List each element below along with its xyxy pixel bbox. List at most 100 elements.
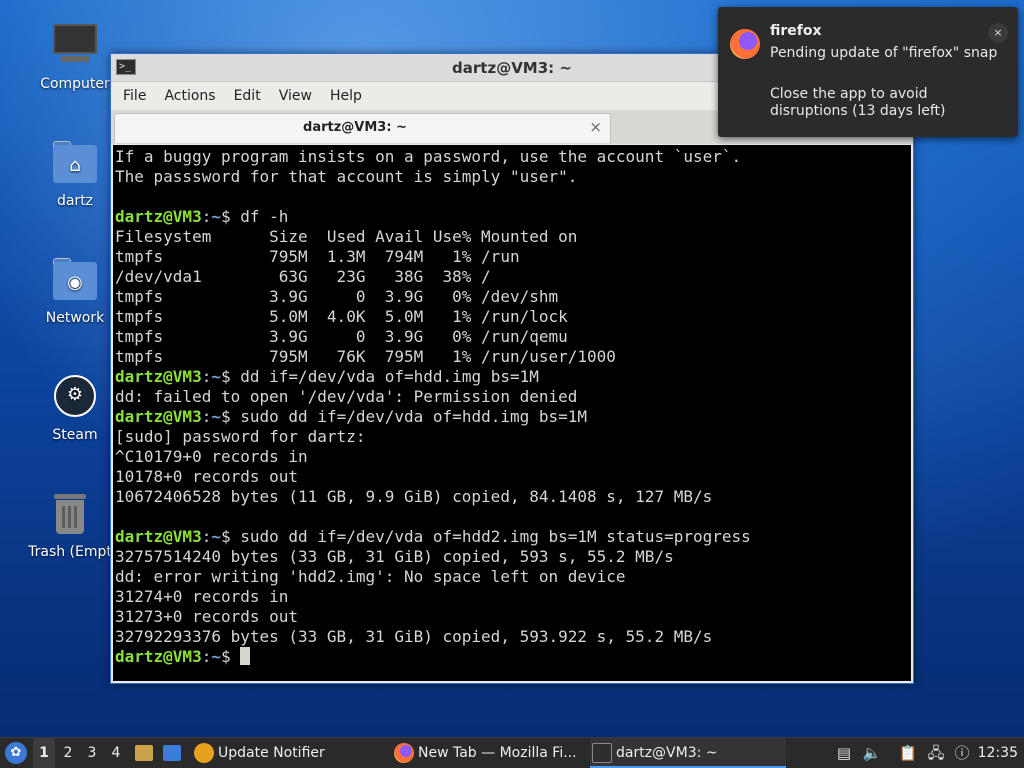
menu-file[interactable]: File xyxy=(114,83,155,109)
task-terminal[interactable]: dartz@VM3: ~ xyxy=(590,738,786,768)
terminal-window[interactable]: >_ dartz@VM3: ~ File Actions Edit View Help … xyxy=(110,53,914,684)
menu-actions[interactable]: Actions xyxy=(155,83,224,109)
start-menu-button[interactable]: ✿ xyxy=(5,742,27,764)
firefox-icon xyxy=(394,743,414,763)
terminal-text: sudo dd if=/dev/vda of=hdd.img bs=1M xyxy=(230,407,588,426)
notification-title: firefox xyxy=(770,23,822,39)
desktop-icon-trash[interactable]: Trash (Empt xyxy=(20,490,120,560)
terminal-line: Filesystem Size Used Avail Use% Mounted … xyxy=(115,227,911,247)
notification-tray-icon[interactable]: ⓘ xyxy=(952,738,972,768)
prompt-separator: : xyxy=(201,367,212,386)
prompt-user: dartz@VM3 xyxy=(115,647,202,666)
menu-edit[interactable]: Edit xyxy=(225,83,270,109)
terminal-text: 32757514240 bytes (33 GB, 31 GiB) copied… xyxy=(115,547,674,566)
home-folder-icon: ⌂ xyxy=(51,139,99,187)
workspace-2[interactable]: 2 xyxy=(57,738,79,768)
prompt-dollar: $ xyxy=(220,407,231,426)
show-desktop-icon[interactable] xyxy=(161,738,183,768)
terminal-line: If a buggy program insists on a password… xyxy=(115,147,911,167)
terminal-tab[interactable]: dartz@VM3: ~ × xyxy=(114,113,611,143)
notification-popup[interactable]: firefox × Pending update of "firefox" sn… xyxy=(718,7,1018,137)
workspace-1[interactable]: 1 xyxy=(33,738,55,768)
terminal-line: dartz@VM3:~$ xyxy=(115,647,911,667)
taskbar: ✿ 1 2 3 4 Update Notifier New Tab — Mozi… xyxy=(0,737,1024,768)
terminal-text: tmpfs 3.9G 0 3.9G 0% /run/qemu xyxy=(115,327,568,346)
terminal-text: dd: failed to open '/dev/vda': Permissio… xyxy=(115,387,578,406)
terminal-line: [sudo] password for dartz: xyxy=(115,427,911,447)
terminal-line: tmpfs 3.9G 0 3.9G 0% /dev/shm xyxy=(115,287,911,307)
notification-body-line2: Close the app to avoid disruptions (13 d… xyxy=(770,86,946,119)
close-tab-icon[interactable]: × xyxy=(589,118,602,136)
menu-view[interactable]: View xyxy=(270,83,321,109)
workspace-3[interactable]: 3 xyxy=(81,738,103,768)
task-firefox[interactable]: New Tab — Mozilla Fi... xyxy=(392,738,577,768)
terminal-line: dartz@VM3:~$ sudo dd if=/dev/vda of=hdd.… xyxy=(115,407,911,427)
update-notifier-icon xyxy=(194,743,214,763)
steam-icon: ⚙ xyxy=(51,373,99,421)
network-folder-icon: ◉ xyxy=(51,256,99,304)
terminal-line: dd: failed to open '/dev/vda': Permissio… xyxy=(115,387,911,407)
prompt-dollar: $ xyxy=(220,527,231,546)
terminal-text: 10178+0 records out xyxy=(115,467,299,486)
trash-icon xyxy=(46,490,94,538)
terminal-line: tmpfs 795M 1.3M 794M 1% /run xyxy=(115,247,911,267)
prompt-path: ~ xyxy=(211,647,221,666)
terminal-line: dartz@VM3:~$ sudo dd if=/dev/vda of=hdd2… xyxy=(115,527,911,547)
terminal-icon xyxy=(592,743,612,763)
notification-close-button[interactable]: × xyxy=(988,23,1008,43)
prompt-dollar: $ xyxy=(220,207,231,226)
file-manager-launcher-icon[interactable] xyxy=(133,738,155,768)
terminal-text: /dev/vda1 63G 23G 38G 38% / xyxy=(115,267,491,286)
workspace-4[interactable]: 4 xyxy=(105,738,127,768)
menu-help[interactable]: Help xyxy=(321,83,371,109)
terminal-cursor xyxy=(240,647,251,665)
firefox-icon xyxy=(730,29,760,59)
terminal-output[interactable]: If a buggy program insists on a password… xyxy=(113,145,911,681)
prompt-path: ~ xyxy=(211,407,221,426)
volume-icon[interactable]: 🔈 xyxy=(862,738,882,768)
prompt-user: dartz@VM3 xyxy=(115,407,202,426)
computer-icon xyxy=(51,22,99,70)
clipboard-icon[interactable]: 📋 xyxy=(898,738,918,768)
network-icon[interactable]: 🖧 xyxy=(926,738,946,768)
task-label: Update Notifier xyxy=(218,745,325,761)
tab-label: dartz@VM3: ~ xyxy=(303,120,407,135)
terminal-line: /dev/vda1 63G 23G 38G 38% / xyxy=(115,267,911,287)
terminal-text: 32792293376 bytes (33 GB, 31 GiB) copied… xyxy=(115,627,713,646)
prompt-user: dartz@VM3 xyxy=(115,367,202,386)
prompt-user: dartz@VM3 xyxy=(115,207,202,226)
task-label: dartz@VM3: ~ xyxy=(616,745,718,761)
terminal-text: If a buggy program insists on a password… xyxy=(115,147,742,166)
terminal-text: tmpfs 795M 1.3M 794M 1% /run xyxy=(115,247,520,266)
terminal-line: dd: error writing 'hdd2.img': No space l… xyxy=(115,567,911,587)
terminal-line: 32792293376 bytes (33 GB, 31 GiB) copied… xyxy=(115,627,911,647)
terminal-line: 10672406528 bytes (11 GB, 9.9 GiB) copie… xyxy=(115,487,911,507)
clock[interactable]: 12:35 xyxy=(978,738,1018,768)
terminal-text: 31273+0 records out xyxy=(115,607,299,626)
terminal-text: 31274+0 records in xyxy=(115,587,289,606)
terminal-text: The passsword for that account is simply… xyxy=(115,167,578,186)
terminal-text: 10672406528 bytes (11 GB, 9.9 GiB) copie… xyxy=(115,487,713,506)
tray-updates-icon[interactable]: ▤ xyxy=(834,738,854,768)
terminal-line: 31273+0 records out xyxy=(115,607,911,627)
terminal-line: The passsword for that account is simply… xyxy=(115,167,911,187)
terminal-line: tmpfs 5.0M 4.0K 5.0M 1% /run/lock xyxy=(115,307,911,327)
terminal-line: tmpfs 3.9G 0 3.9G 0% /run/qemu xyxy=(115,327,911,347)
terminal-line: 10178+0 records out xyxy=(115,467,911,487)
terminal-text: tmpfs 795M 76K 795M 1% /run/user/1000 xyxy=(115,347,616,366)
terminal-text: dd if=/dev/vda of=hdd.img bs=1M xyxy=(230,367,539,386)
task-update-notifier[interactable]: Update Notifier xyxy=(192,738,325,768)
prompt-user: dartz@VM3 xyxy=(115,527,202,546)
terminal-line: dartz@VM3:~$ df -h xyxy=(115,207,911,227)
task-label: New Tab — Mozilla Fi... xyxy=(418,745,577,761)
desktop-icon-label: Trash (Empt xyxy=(28,544,112,560)
terminal-line: 32757514240 bytes (33 GB, 31 GiB) copied… xyxy=(115,547,911,567)
notification-body-line1: Pending update of "firefox" snap xyxy=(770,45,998,61)
terminal-text: ^C10179+0 records in xyxy=(115,447,308,466)
prompt-path: ~ xyxy=(211,367,221,386)
prompt-path: ~ xyxy=(211,207,221,226)
terminal-text: tmpfs 5.0M 4.0K 5.0M 1% /run/lock xyxy=(115,307,568,326)
prompt-dollar: $ xyxy=(220,647,231,666)
